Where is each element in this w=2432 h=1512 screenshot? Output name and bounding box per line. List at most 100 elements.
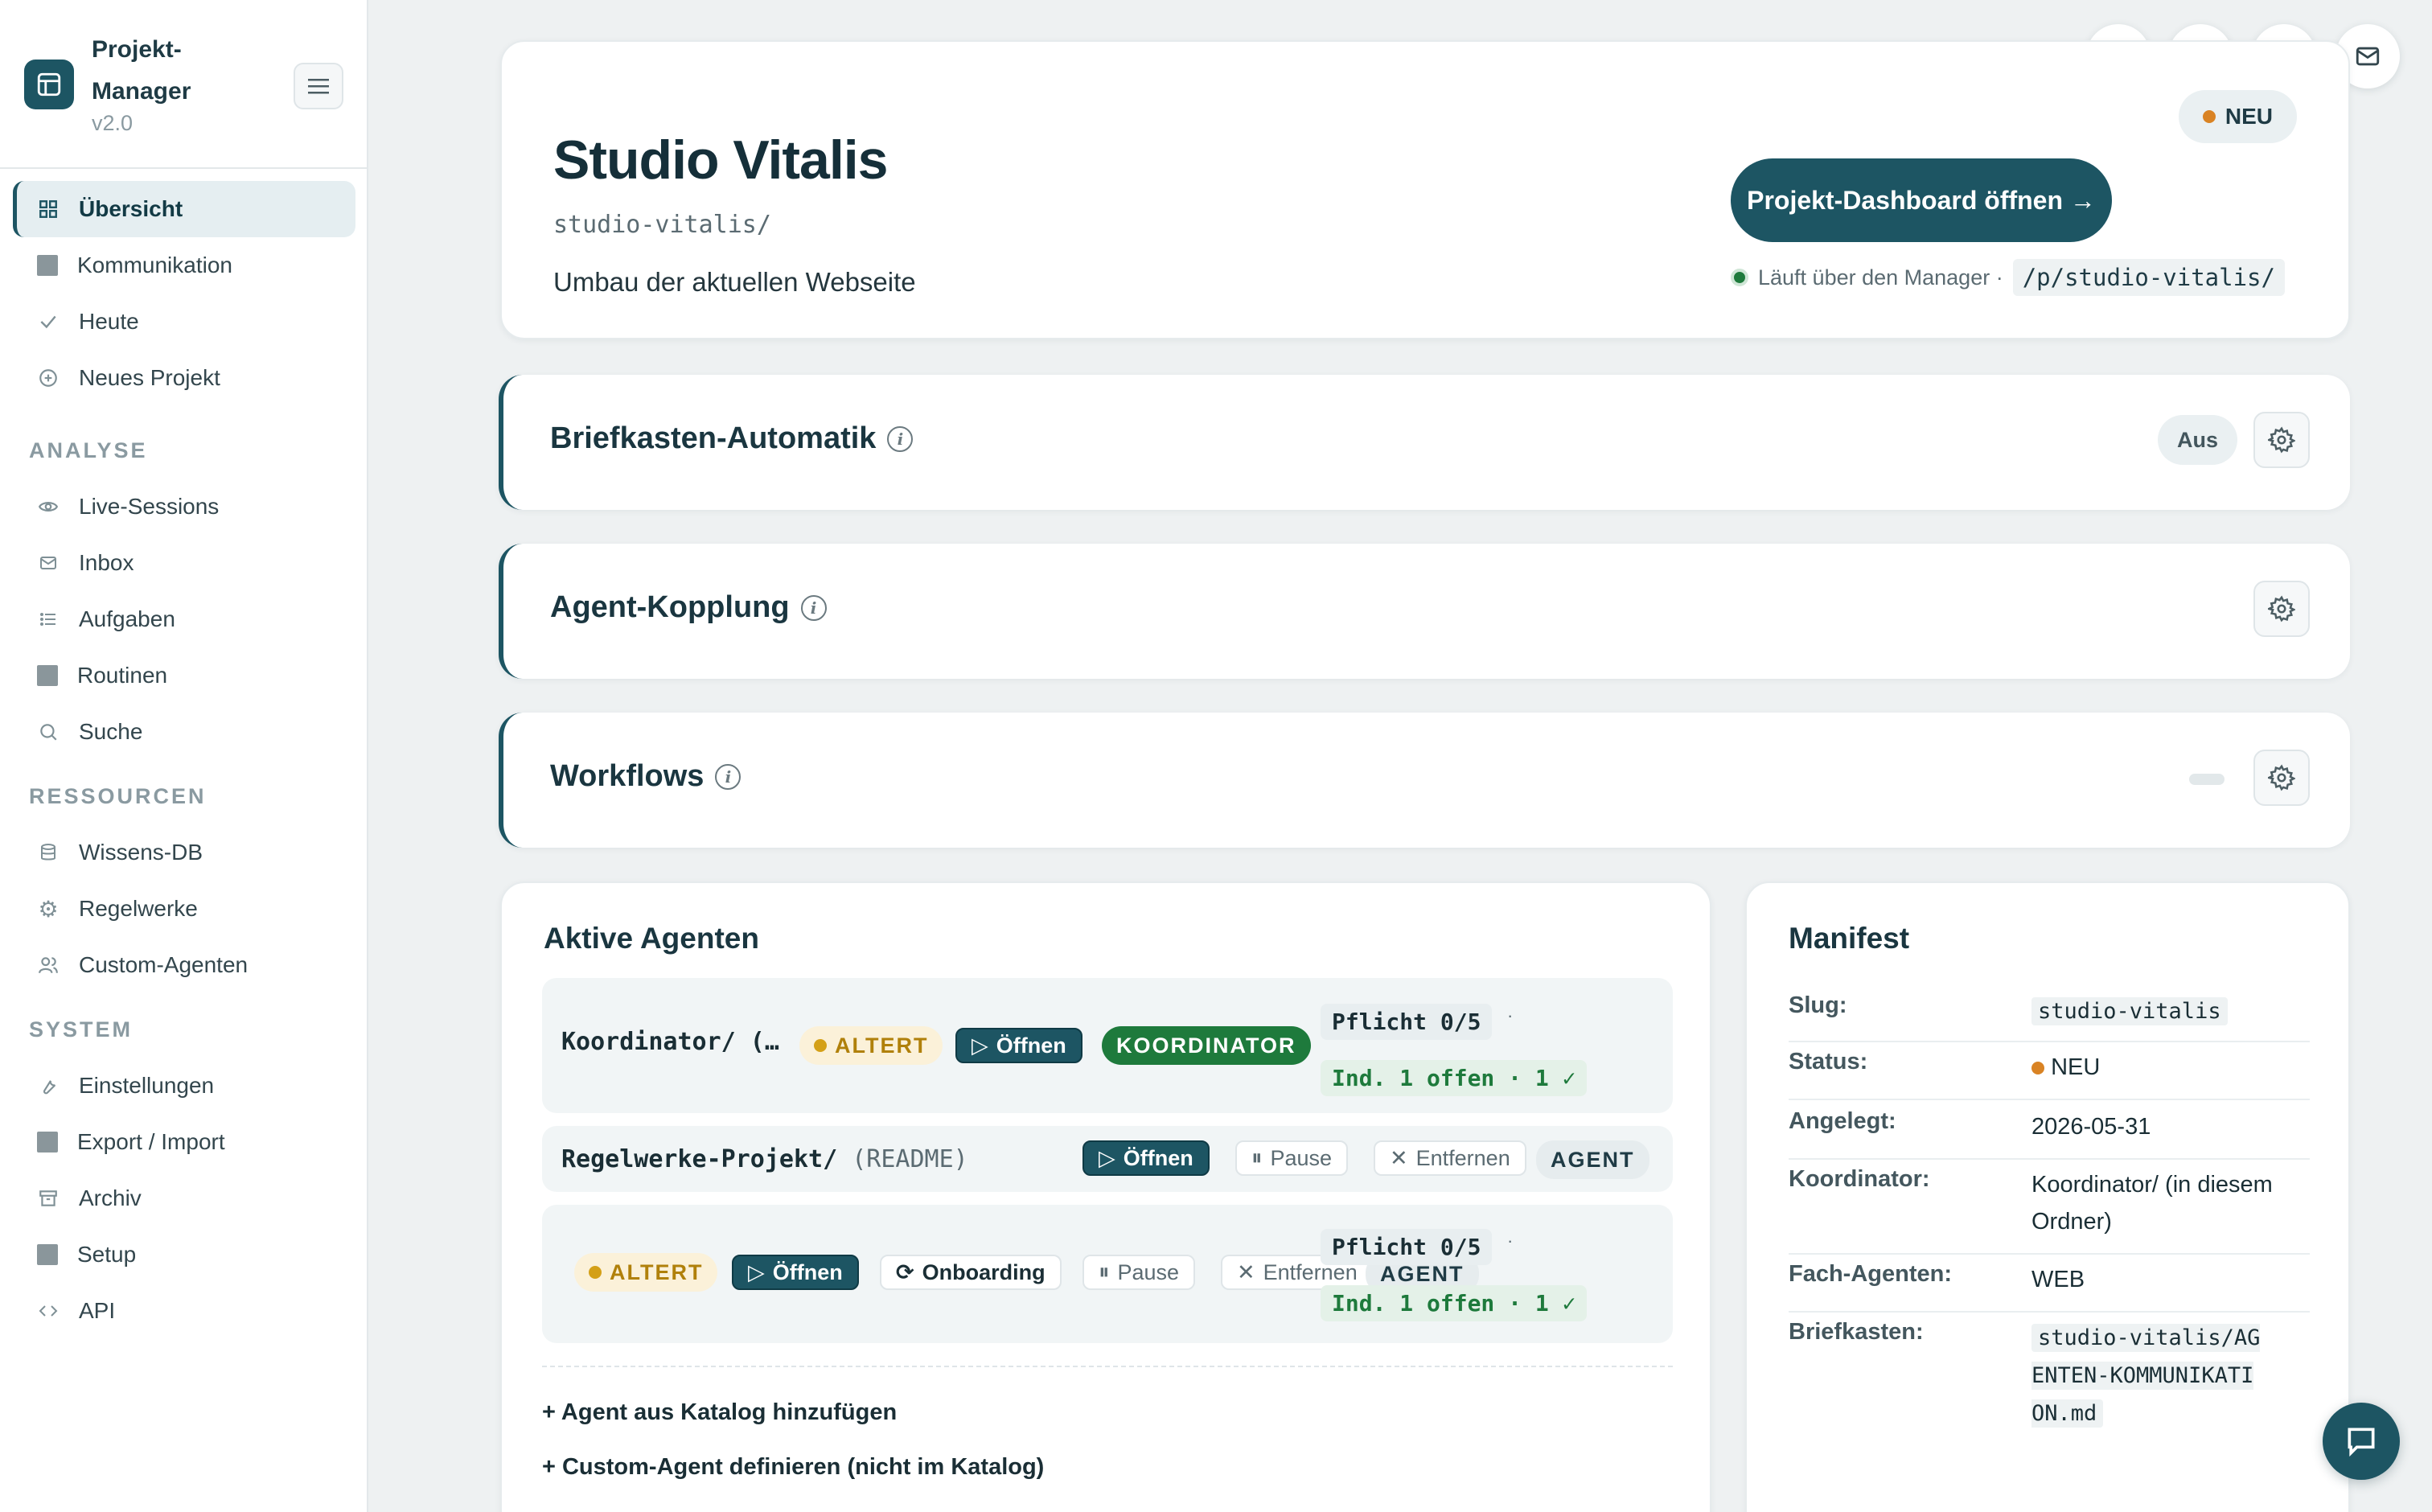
sidebar-item-suche[interactable]: Suche — [13, 704, 355, 760]
sidebar-item-label: Archiv — [79, 1185, 142, 1210]
sidebar-item-label: Wissens-DB — [79, 840, 203, 865]
settings-button[interactable] — [2253, 412, 2310, 468]
gear-icon — [2268, 595, 2295, 622]
pflicht-counter: Pflicht 0/5 — [1321, 1229, 1493, 1265]
open-agent-button[interactable]: ▷ Öffnen — [732, 1255, 859, 1290]
active-agents-card: Aktive Agenten Koordinator/ (… ALTERT ▷ … — [500, 881, 1711, 1512]
sidebar-item-custom-agenten[interactable]: Custom-Agenten — [13, 937, 355, 993]
manifest-row-briefkasten: Briefkasten: studio-vitalis/AGENTEN-KOMM… — [1789, 1319, 2310, 1440]
manifest-row-slug: Slug: studio-vitalis — [1789, 992, 2310, 1042]
sidebar-item-label: Setup — [77, 1242, 137, 1267]
manifest-key: Status: — [1789, 1049, 1868, 1074]
info-icon[interactable]: i — [887, 425, 914, 452]
square-icon — [37, 1244, 58, 1265]
role-badge: AGENT — [1536, 1140, 1649, 1179]
pause-button[interactable]: ⏸ Pause — [1235, 1140, 1349, 1176]
sidebar: Projekt-Manager v2.0 Übersicht Kommunika… — [0, 0, 368, 1512]
sidebar-item-setup[interactable]: Setup — [13, 1226, 355, 1283]
search-icon — [37, 721, 60, 743]
sidebar-item-routinen[interactable]: Routinen — [13, 647, 355, 704]
sidebar-item-kommunikation[interactable]: Kommunikation — [13, 237, 355, 294]
app-name: Projekt-Manager — [92, 36, 191, 105]
pause-button[interactable]: ⏸ Pause — [1082, 1255, 1196, 1290]
sidebar-item-export-import[interactable]: Export / Import — [13, 1114, 355, 1170]
list-icon — [37, 608, 60, 631]
add-agent-from-catalog-link[interactable]: + Agent aus Katalog hinzufügen — [542, 1399, 897, 1426]
status-label: ALTERT — [610, 1259, 704, 1284]
section-title: Briefkasten-Automatik i — [550, 421, 914, 456]
manifest-row-angelegt: Angelegt: 2026-05-31 — [1789, 1108, 2310, 1160]
manifest-row-fach-agenten: Fach-Agenten: WEB — [1789, 1261, 2310, 1313]
alert-dot-icon — [814, 1039, 827, 1052]
button-label: Entfernen — [1415, 1145, 1510, 1170]
sidebar-item-wissens-db[interactable]: Wissens-DB — [13, 824, 355, 881]
workflow-placeholder-badge — [2189, 774, 2225, 785]
open-agent-button[interactable]: ▷ Öffnen — [1082, 1140, 1210, 1176]
online-dot-icon — [1731, 269, 1748, 286]
agent-name: Koordinator/ (… — [561, 1028, 779, 1056]
sidebar-item-heute[interactable]: Heute — [13, 294, 355, 350]
status-label: NEU — [2225, 104, 2273, 129]
mail-icon — [37, 552, 60, 574]
hamburger-icon — [308, 79, 329, 94]
status-badge: ALTERT — [799, 1026, 943, 1065]
sidebar-item-label: Suche — [79, 719, 143, 744]
section-workflows[interactable]: Workflows i — [499, 713, 2350, 848]
manifest-value: NEU — [2031, 1049, 2310, 1086]
section-heading-analyse: ANALYSE — [29, 438, 148, 462]
alert-dot-icon — [589, 1266, 602, 1279]
sidebar-item-api[interactable]: API — [13, 1283, 355, 1339]
section-title-text: Agent-Kopplung — [550, 590, 790, 624]
chat-button[interactable] — [2323, 1403, 2400, 1480]
gear-icon: ⚙ — [38, 896, 59, 922]
sidebar-item-einstellungen[interactable]: Einstellungen — [13, 1058, 355, 1114]
sidebar-item-label: Einstellungen — [79, 1073, 215, 1098]
define-custom-agent-link[interactable]: + Custom-Agent definieren (nicht im Kata… — [542, 1454, 1044, 1481]
sidebar-divider — [0, 167, 368, 169]
section-agent-kopplung[interactable]: Agent-Kopplung i — [499, 544, 2350, 679]
info-icon[interactable]: i — [715, 763, 742, 790]
remove-button[interactable]: ✕ Entfernen — [1374, 1140, 1526, 1176]
sidebar-item-inbox[interactable]: Inbox — [13, 535, 355, 591]
agent-row: Regelwerke-Projekt/ (README) ▷ Öffnen ⏸ … — [542, 1126, 1673, 1192]
section-heading-ressourcen: RESSOURCEN — [29, 783, 207, 808]
status-dot-icon — [2202, 110, 2216, 123]
open-dashboard-button[interactable]: Projekt-Dashboard öffnen → — [1731, 158, 2112, 242]
button-label: Öffnen — [1123, 1145, 1193, 1170]
sidebar-item-label: Custom-Agenten — [79, 952, 249, 977]
manifest-card: Manifest Slug: studio-vitalis Status: NE… — [1745, 881, 2350, 1512]
card-title: Manifest — [1789, 922, 1910, 955]
sidebar-item-label: Kommunikation — [77, 253, 232, 277]
manifest-value: 2026-05-31 — [2031, 1114, 2151, 1140]
menu-toggle-button[interactable] — [294, 63, 343, 109]
sidebar-item-live-sessions[interactable]: Live-Sessions — [13, 479, 355, 535]
open-agent-button[interactable]: ▷ Öffnen — [955, 1028, 1082, 1063]
app-logo-icon — [24, 60, 74, 109]
button-label: Pause — [1117, 1259, 1180, 1284]
manifest-key: Briefkasten: — [1789, 1319, 1924, 1345]
sidebar-item-aufgaben[interactable]: Aufgaben — [13, 591, 355, 647]
section-title: Workflows i — [550, 759, 742, 794]
sidebar-item-neues-projekt[interactable]: Neues Projekt — [13, 350, 355, 406]
sidebar-item-archiv[interactable]: Archiv — [13, 1170, 355, 1226]
chat-bubble-icon — [2348, 1428, 2375, 1457]
onboarding-button[interactable]: ⟳ Onboarding — [880, 1255, 1062, 1290]
square-icon — [37, 255, 58, 276]
play-icon: ▷ — [1099, 1145, 1115, 1170]
wrench-icon — [37, 1074, 60, 1097]
check-icon — [37, 310, 60, 333]
sidebar-item-label: Regelwerke — [79, 896, 198, 921]
info-icon[interactable]: i — [800, 594, 827, 621]
runs-path[interactable]: /p/studio-vitalis/ — [2012, 259, 2285, 296]
sidebar-item-uebersicht[interactable]: Übersicht — [13, 181, 355, 237]
settings-button[interactable] — [2253, 750, 2310, 806]
sidebar-item-regelwerke[interactable]: ⚙ Regelwerke — [13, 881, 355, 937]
settings-button[interactable] — [2253, 581, 2310, 637]
section-briefkasten-automatik[interactable]: Briefkasten-Automatik i Aus — [499, 375, 2350, 510]
status-value: NEU — [2051, 1054, 2101, 1080]
close-icon: ✕ — [1390, 1145, 1408, 1170]
manifest-value: Koordinator/ (in diesem Ordner) — [2031, 1172, 2273, 1235]
status-dot-icon — [2031, 1062, 2044, 1074]
grid-icon — [37, 198, 60, 220]
manifest-value: WEB — [2031, 1267, 2085, 1292]
